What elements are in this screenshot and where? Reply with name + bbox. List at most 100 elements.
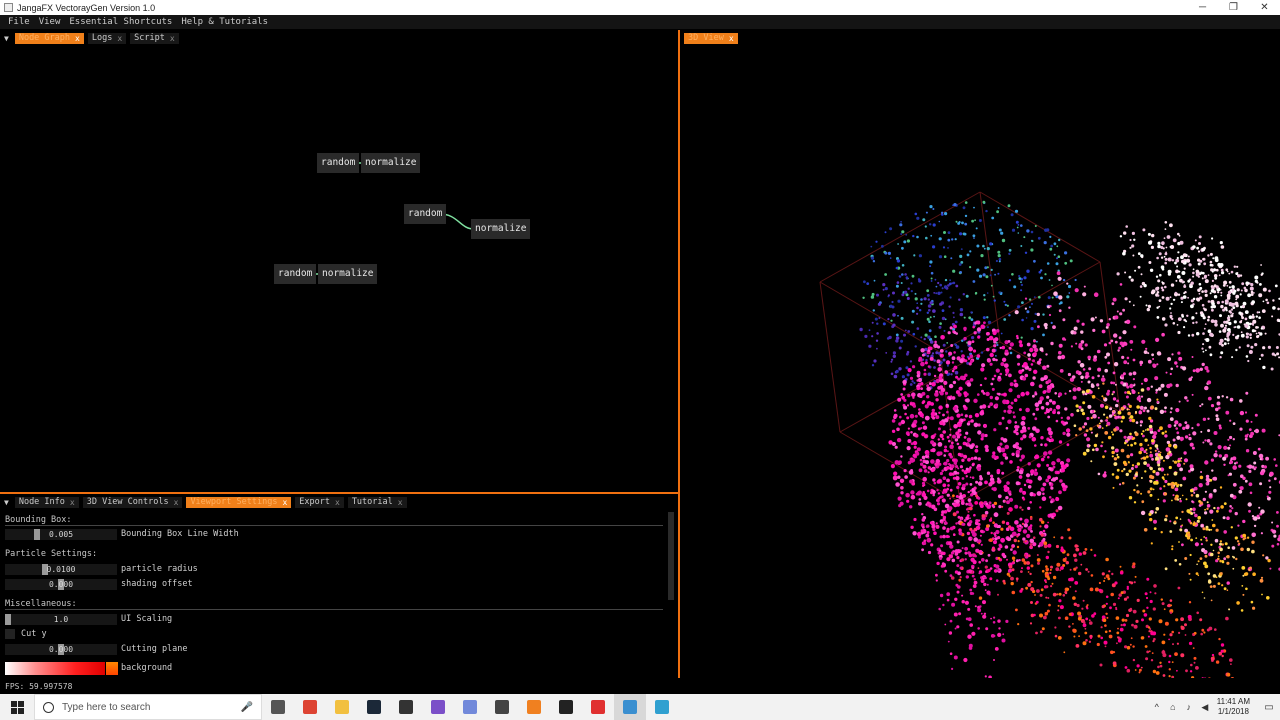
background-label: background bbox=[121, 663, 173, 673]
app-purple-taskbar-button[interactable] bbox=[422, 694, 454, 720]
particle-cloud bbox=[859, 200, 1280, 678]
app-icon bbox=[4, 3, 13, 12]
particle-radius-slider[interactable]: 0.0100 bbox=[5, 564, 117, 575]
title-bar: JangaFX VectorayGen Version 1.0 ─ ❐ ✕ bbox=[0, 0, 1280, 15]
slider-value: 0.005 bbox=[48, 530, 74, 539]
node-normalize-2[interactable]: normalize bbox=[471, 219, 531, 239]
tab-export[interactable]: Export x bbox=[295, 496, 344, 508]
start-button[interactable] bbox=[0, 694, 34, 720]
node-normalize-1[interactable]: normalize bbox=[361, 153, 421, 173]
tab-3d-view-controls[interactable]: 3D View Controls x bbox=[82, 496, 183, 508]
tab-label: Tutorial bbox=[351, 497, 393, 507]
close-tab-icon[interactable]: x bbox=[282, 498, 287, 507]
ui-scaling-slider[interactable]: 1.0 bbox=[5, 614, 117, 625]
chrome-taskbar-button[interactable] bbox=[294, 694, 326, 720]
collapse-icon[interactable]: ▼ bbox=[4, 498, 9, 507]
shading-offset-label: shading offset bbox=[121, 579, 193, 589]
tab-tutorial[interactable]: Tutorial x bbox=[347, 496, 407, 508]
clock[interactable]: 11:41 AM 1/1/2018 bbox=[1217, 697, 1250, 717]
clock-time: 11:41 AM bbox=[1216, 697, 1250, 706]
menu-help-tutorials[interactable]: Help & Tutorials bbox=[181, 17, 268, 27]
cut-y-checkbox[interactable] bbox=[5, 629, 15, 639]
menu-bar: File View Essential Shortcuts Help & Tut… bbox=[0, 15, 1280, 29]
maximize-button[interactable]: ❐ bbox=[1218, 0, 1249, 15]
close-tab-icon[interactable]: x bbox=[70, 498, 75, 507]
sublime-taskbar-button[interactable] bbox=[518, 694, 550, 720]
discord-taskbar-button[interactable] bbox=[454, 694, 486, 720]
system-tray: ^ ⌂ ♪ ◀ 11:41 AM 1/1/2018 ▭ bbox=[1149, 694, 1280, 720]
menu-essential-shortcuts[interactable]: Essential Shortcuts bbox=[69, 17, 172, 27]
app-blue-icon bbox=[655, 700, 669, 714]
bounding-box-edge bbox=[819, 281, 841, 433]
tab-viewport-settings[interactable]: Viewport Settings x bbox=[186, 496, 292, 508]
shading-offset-slider[interactable]: 0.000 bbox=[5, 579, 117, 590]
settings-scrollbar[interactable] bbox=[668, 512, 674, 600]
divider bbox=[5, 609, 663, 610]
speaker-icon[interactable]: ◀ bbox=[1197, 702, 1213, 713]
app-dark-icon bbox=[495, 700, 509, 714]
app-dark-taskbar-button[interactable] bbox=[486, 694, 518, 720]
node-random-1[interactable]: random bbox=[317, 153, 360, 173]
node-random-3[interactable]: random bbox=[274, 264, 317, 284]
app-red-taskbar-button[interactable] bbox=[582, 694, 614, 720]
steam-taskbar-button[interactable] bbox=[358, 694, 390, 720]
cortana-icon bbox=[43, 701, 54, 713]
slider-value: 0.0100 bbox=[46, 565, 76, 574]
terminal-taskbar-button[interactable] bbox=[550, 694, 582, 720]
epic-games-icon bbox=[399, 700, 413, 714]
background-gradient-picker[interactable] bbox=[5, 662, 105, 675]
file-explorer-taskbar-button[interactable] bbox=[326, 694, 358, 720]
miscellaneous-header: Miscellaneous: bbox=[5, 599, 77, 609]
divider bbox=[5, 525, 663, 526]
close-button[interactable]: ✕ bbox=[1249, 0, 1280, 15]
volume-icon[interactable]: ♪ bbox=[1181, 702, 1197, 712]
settings-panel: ▼ Node Info x 3D View Controls x Viewport … bbox=[0, 492, 678, 678]
cutting-plane-slider[interactable]: 0.000 bbox=[5, 644, 117, 655]
epic-games-taskbar-button[interactable] bbox=[390, 694, 422, 720]
3d-view-panel[interactable]: 3D View x bbox=[678, 30, 1280, 678]
app-blue-taskbar-button[interactable] bbox=[646, 694, 678, 720]
bottom-tab-bar: ▼ Node Info x 3D View Controls x Viewport … bbox=[0, 494, 678, 510]
slider-value: 0.000 bbox=[48, 580, 74, 589]
close-tab-icon[interactable]: x bbox=[729, 34, 734, 43]
menu-file[interactable]: File bbox=[8, 17, 30, 27]
bounding-box-edge bbox=[839, 341, 1001, 433]
node-random-2[interactable]: random bbox=[404, 204, 447, 224]
bounding-box-edge bbox=[839, 431, 961, 503]
background-color-swatch[interactable] bbox=[106, 662, 118, 675]
taskbar-search[interactable]: Type here to search 🎤 bbox=[34, 694, 262, 720]
particle-settings-header: Particle Settings: bbox=[5, 549, 98, 559]
network-icon[interactable]: ⌂ bbox=[1165, 702, 1181, 712]
cutting-plane-label: Cutting plane bbox=[121, 644, 188, 654]
windows-icon bbox=[10, 700, 24, 714]
minimize-button[interactable]: ─ bbox=[1187, 0, 1218, 15]
notification-icon[interactable]: ▭ bbox=[1258, 702, 1280, 713]
taskbar: Type here to search 🎤 ^ ⌂ ♪ ◀ 11:41 AM 1… bbox=[0, 694, 1280, 720]
close-tab-icon[interactable]: x bbox=[335, 498, 340, 507]
app-red-icon bbox=[591, 700, 605, 714]
fps-readout: FPS: 59.997578 bbox=[5, 682, 73, 691]
vectoraygen-icon bbox=[623, 700, 637, 714]
taskbar-apps bbox=[262, 694, 678, 720]
microphone-icon[interactable]: 🎤 bbox=[241, 702, 253, 713]
menu-view[interactable]: View bbox=[39, 17, 61, 27]
vectoraygen-taskbar-button[interactable] bbox=[614, 694, 646, 720]
clock-date: 1/1/2018 bbox=[1217, 707, 1249, 716]
node-graph-panel[interactable]: ▼ Node Graph x Logs x Script x random norma… bbox=[0, 30, 678, 492]
bounding-box-edge bbox=[819, 281, 941, 353]
close-tab-icon[interactable]: x bbox=[174, 498, 179, 507]
tab-label: Node Info bbox=[18, 497, 65, 507]
3d-viewport[interactable] bbox=[680, 30, 1280, 678]
app-purple-icon bbox=[431, 700, 445, 714]
bounding-box-line-width-slider[interactable]: 0.005 bbox=[5, 529, 117, 540]
node-normalize-3[interactable]: normalize bbox=[318, 264, 378, 284]
task-view-icon bbox=[271, 700, 285, 714]
node-wires bbox=[310, 162, 475, 275]
bounding-box-edge bbox=[1099, 261, 1121, 413]
task-view-taskbar-button[interactable] bbox=[262, 694, 294, 720]
close-tab-icon[interactable]: x bbox=[398, 498, 403, 507]
tab-3d-view[interactable]: 3D View x bbox=[684, 32, 738, 44]
tab-node-info[interactable]: Node Info x bbox=[14, 496, 79, 508]
chevron-up-icon[interactable]: ^ bbox=[1149, 702, 1165, 712]
slider-value: 0.000 bbox=[48, 645, 74, 654]
